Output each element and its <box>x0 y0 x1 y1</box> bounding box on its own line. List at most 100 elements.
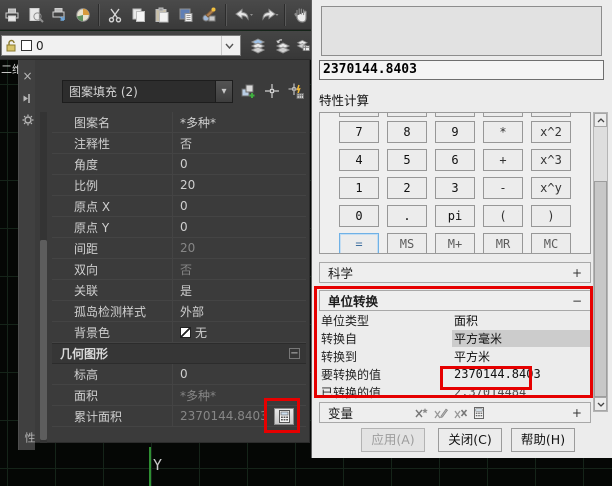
key-open-paren[interactable]: ( <box>483 205 523 227</box>
key-8[interactable]: 8 <box>387 121 427 143</box>
key-minus[interactable]: - <box>483 177 523 199</box>
object-type-dropdown[interactable]: 图案填充 (2) ▾ <box>62 80 233 103</box>
layer-properties-icon[interactable] <box>296 34 311 57</box>
property-row: 注释性否 <box>52 133 306 154</box>
edit-variable-icon[interactable] <box>434 407 449 419</box>
key-4[interactable]: 4 <box>339 149 379 171</box>
pickadd-toggle-icon[interactable] <box>238 81 258 101</box>
key-equals[interactable]: = <box>339 233 379 253</box>
toolbar-separator <box>224 3 227 26</box>
quickcalc-button[interactable] <box>274 408 294 425</box>
variables-section-header[interactable]: 变量 + <box>319 402 591 423</box>
property-row: 原点 Y0 <box>52 217 306 238</box>
ucs-y-axis <box>149 447 151 486</box>
key-square[interactable]: x^2 <box>531 121 571 143</box>
key-decimal[interactable]: . <box>387 205 427 227</box>
cut-icon[interactable] <box>105 3 126 27</box>
property-row: 图案名 *多种* <box>52 112 306 133</box>
key-cube[interactable]: x^3 <box>531 149 571 171</box>
layer-previous-icon[interactable] <box>271 34 294 57</box>
plot-icon[interactable] <box>2 3 23 27</box>
undo-icon[interactable] <box>232 3 254 27</box>
preview-icon[interactable] <box>26 3 47 27</box>
toolbar-separator <box>98 3 100 26</box>
publish-icon[interactable] <box>49 3 70 27</box>
quickcalc-history-pane[interactable] <box>321 6 602 56</box>
paste-icon[interactable] <box>152 3 173 27</box>
render-icon[interactable] <box>73 3 94 27</box>
standard-toolbar <box>0 0 311 30</box>
autocad-window: 0 二维 × 特性 图案填充 (2) <box>0 0 612 486</box>
property-row-cumulative-area: 累计面积 2370144.8403 <box>52 406 306 427</box>
gear-icon[interactable] <box>19 112 36 128</box>
key-close-paren[interactable]: ) <box>531 205 571 227</box>
key-pi[interactable]: pi <box>435 205 475 227</box>
units-conversion-section-header[interactable]: 单位转换 − <box>319 290 591 311</box>
science-section-header[interactable]: 科学 + <box>319 262 591 283</box>
quick-select-icon[interactable] <box>286 81 306 101</box>
scrollbar-thumb[interactable] <box>40 240 47 440</box>
new-variable-icon[interactable] <box>414 407 429 419</box>
expand-icon[interactable]: + <box>572 266 582 280</box>
scrollbar-thumb[interactable] <box>594 181 607 397</box>
expand-icon[interactable]: + <box>572 406 582 420</box>
key-6[interactable]: 6 <box>435 149 475 171</box>
property-row: 背景色 无 <box>52 322 306 343</box>
calculator-icon[interactable] <box>474 406 485 419</box>
unlock-icon <box>6 39 16 52</box>
key-memory-recall[interactable]: MR <box>483 233 523 253</box>
key-9[interactable]: 9 <box>435 121 475 143</box>
property-row: 孤岛检测样式 外部 <box>52 301 306 322</box>
key-0[interactable]: 0 <box>339 205 379 227</box>
collapse-icon[interactable]: − <box>572 294 582 308</box>
property-rows: 图案名 *多种* 注释性否 角度 0 比例 20 原点 X0 原点 Y0 间距 20 双… <box>52 112 306 427</box>
chevron-down-icon[interactable] <box>221 36 237 55</box>
pan-icon[interactable] <box>291 3 312 27</box>
calculator-icon <box>278 410 290 423</box>
match-properties-icon[interactable] <box>199 3 220 27</box>
auto-hide-icon[interactable] <box>19 90 36 106</box>
collapse-icon[interactable]: − <box>289 348 300 359</box>
palette-scrollbar[interactable] <box>40 112 47 443</box>
property-row: 标高 0 <box>52 364 306 385</box>
units-row: 转换到 平方米 <box>321 349 491 364</box>
close-button[interactable]: 关闭(C) <box>438 428 502 452</box>
units-row: 单位类型 面积 <box>321 313 479 328</box>
property-row: 原点 X0 <box>52 196 306 217</box>
close-icon[interactable]: × <box>19 68 36 84</box>
key-memory-clear[interactable]: MC <box>531 233 571 253</box>
property-row: 角度 0 <box>52 154 306 175</box>
property-row: 间距 20 <box>52 238 306 259</box>
key-7[interactable]: 7 <box>339 121 379 143</box>
key-memory-store[interactable]: MS <box>387 233 427 253</box>
geometry-section-header[interactable]: 几何图形 − <box>52 343 306 364</box>
units-conversion-table: 单位类型 面积 转换自 平方毫米 转换到 平方米 要转换的值 2370144.8403 … <box>319 311 591 401</box>
key-memory-add[interactable]: M+ <box>435 233 475 253</box>
property-row: 双向否 <box>52 259 306 280</box>
redo-icon[interactable] <box>257 3 279 27</box>
chevron-down-icon[interactable]: ▾ <box>215 81 232 102</box>
apply-button[interactable]: 应用(A) <box>361 428 425 452</box>
key-3[interactable]: 3 <box>435 177 475 199</box>
key-1[interactable]: 1 <box>339 177 379 199</box>
delete-variable-icon[interactable] <box>454 407 468 419</box>
copy-icon[interactable] <box>129 3 150 27</box>
quickcalc-dialog: 2370144.8403 特性计算 7 8 9 * x^2 4 5 6 + x^… <box>311 0 612 458</box>
units-row: 转换自 平方毫米 <box>319 329 591 347</box>
help-button[interactable]: 帮助(H) <box>511 428 575 452</box>
layer-combo[interactable]: 0 <box>1 35 241 56</box>
key-5[interactable]: 5 <box>387 149 427 171</box>
key-plus[interactable]: + <box>483 149 523 171</box>
quickcalc-scrollbar[interactable] <box>593 112 608 412</box>
clipped-button-row <box>339 113 571 117</box>
units-row-converted-value: 已转换的值 2.37014484 <box>321 385 527 400</box>
scroll-up-icon[interactable] <box>594 113 607 127</box>
select-objects-icon[interactable] <box>262 81 282 101</box>
key-power[interactable]: x^y <box>531 177 571 199</box>
key-multiply[interactable]: * <box>483 121 523 143</box>
paste-special-icon[interactable] <box>176 3 197 27</box>
quickcalc-input[interactable]: 2370144.8403 <box>319 60 604 80</box>
scroll-down-icon[interactable] <box>594 397 607 411</box>
key-2[interactable]: 2 <box>387 177 427 199</box>
make-object-layer-current-icon[interactable] <box>246 34 269 57</box>
